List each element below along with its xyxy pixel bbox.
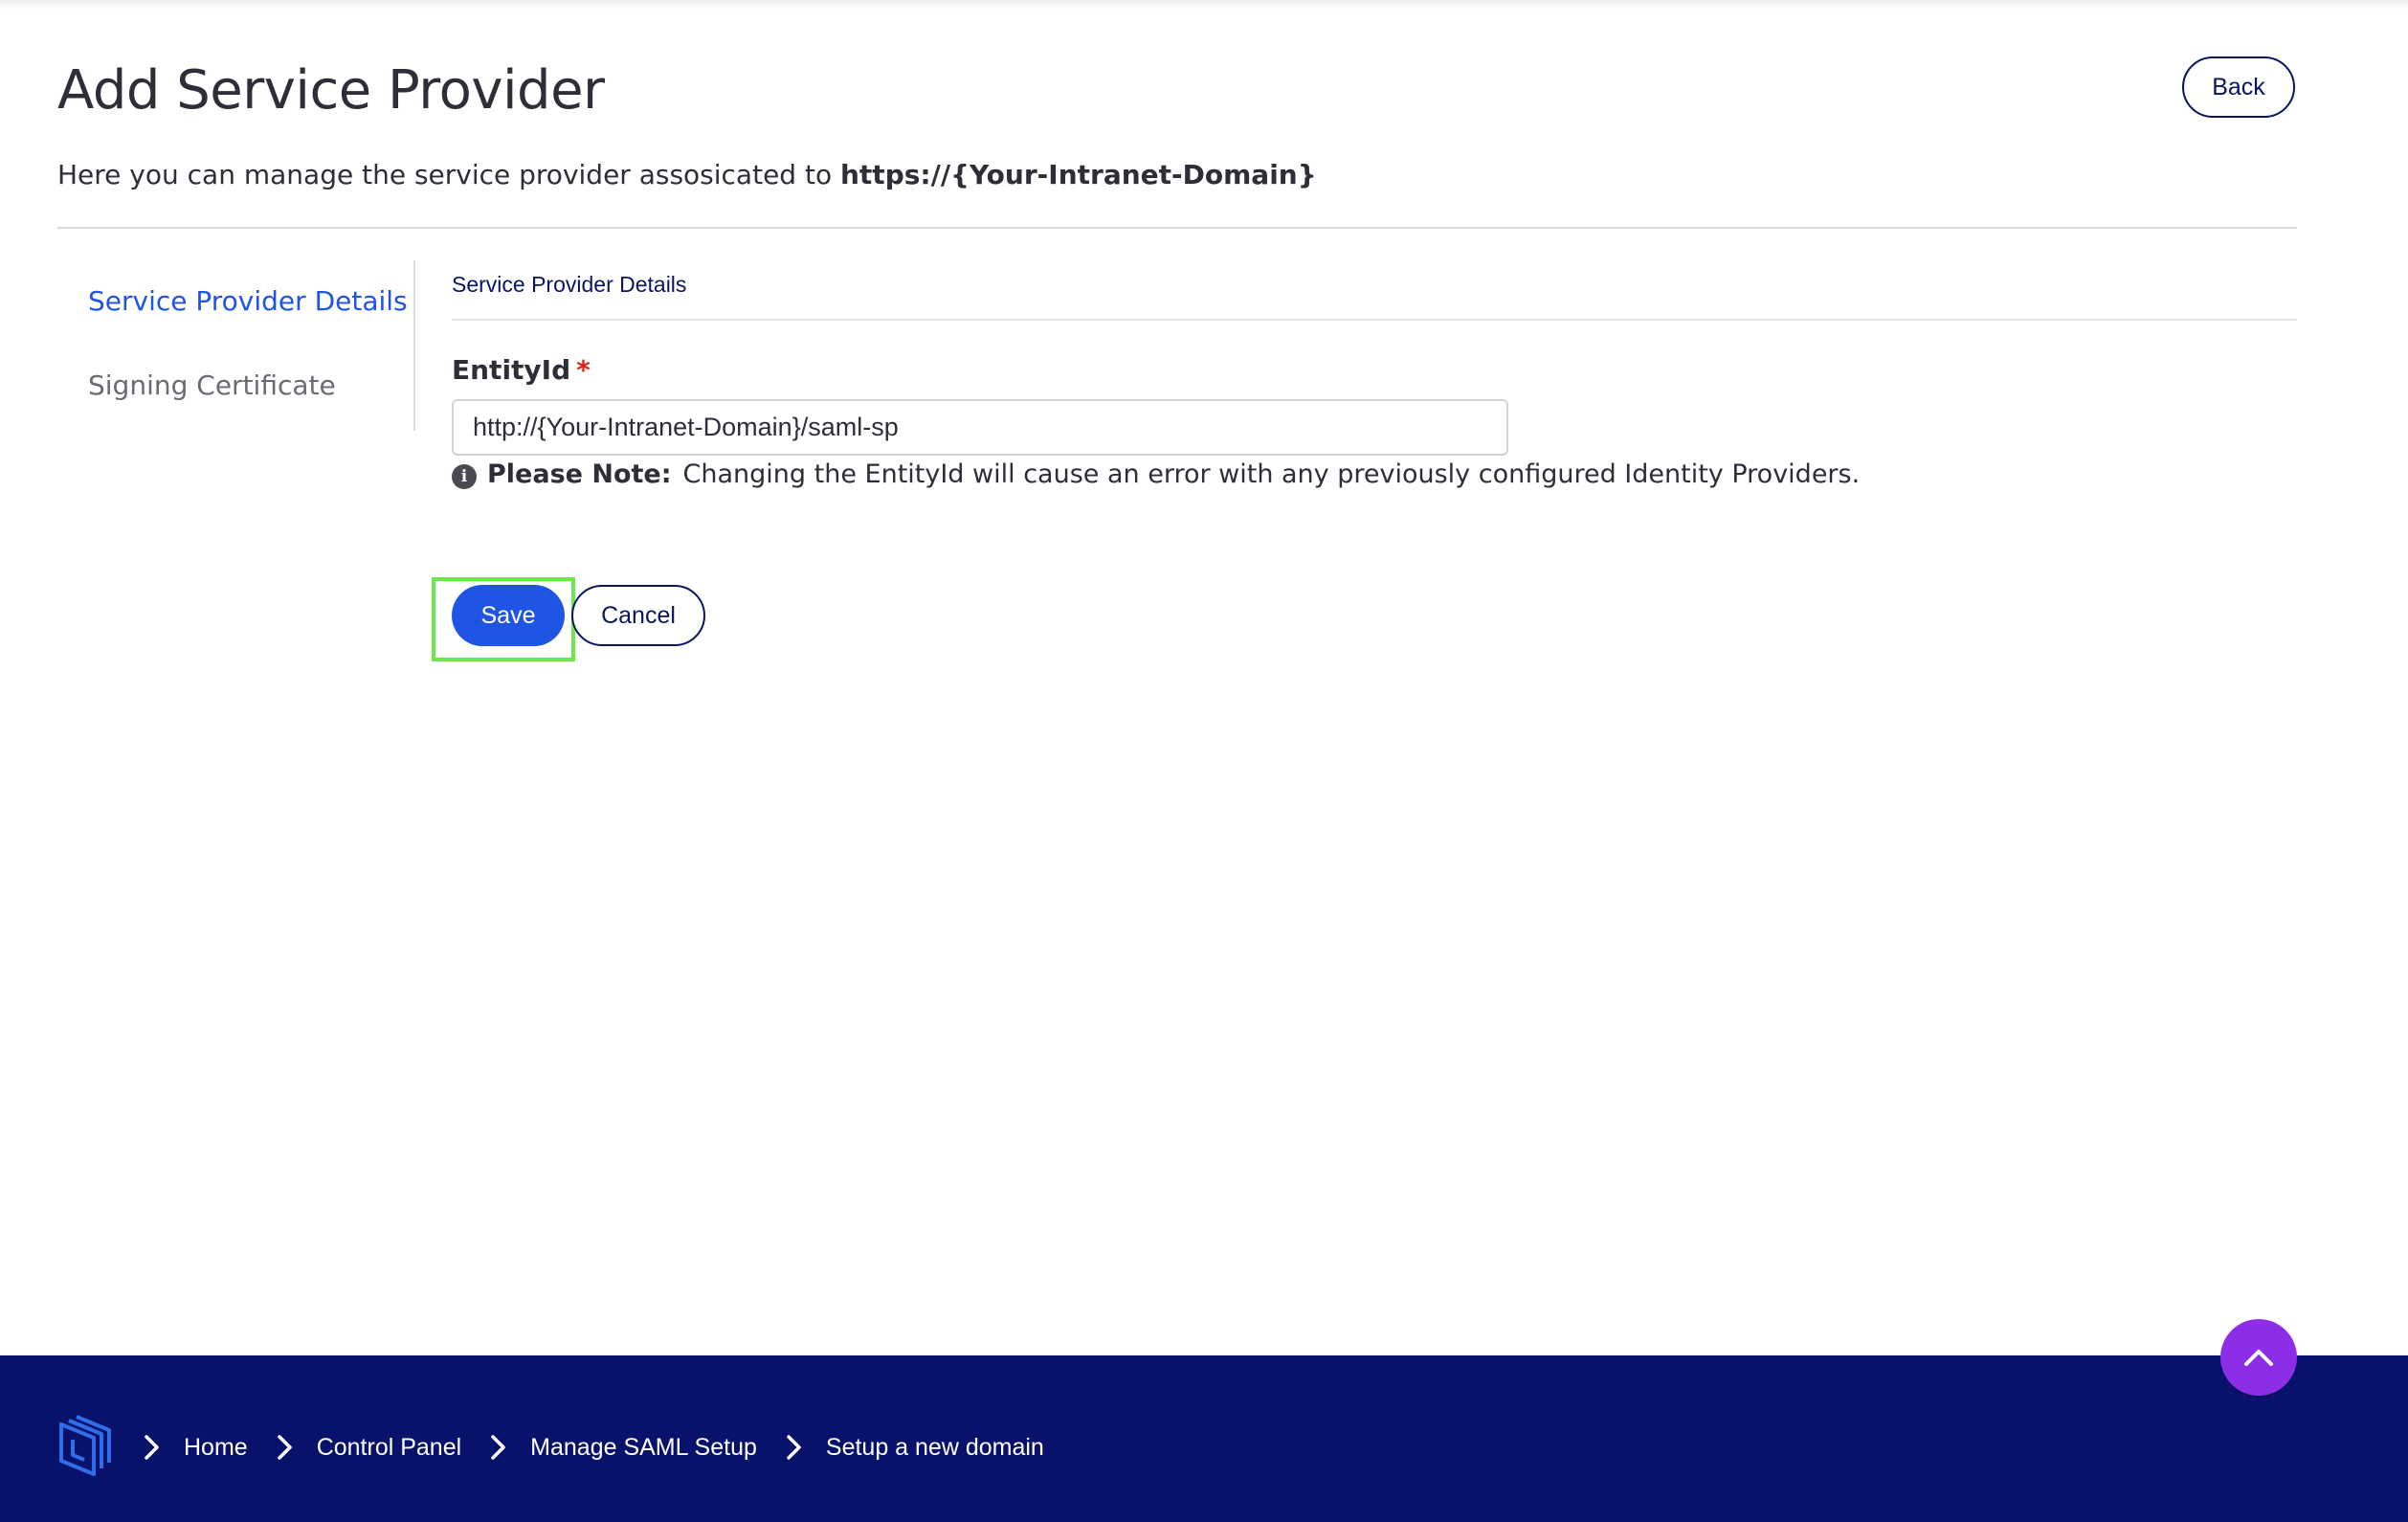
- entity-id-label: EntityId *: [452, 354, 591, 386]
- breadcrumb-manage-saml-setup[interactable]: Manage SAML Setup: [530, 1434, 757, 1462]
- sidenav-divider: [413, 260, 415, 431]
- logo-icon[interactable]: [57, 1415, 113, 1478]
- chevron-right-icon: [787, 1435, 801, 1460]
- sidenav-item-service-provider-details[interactable]: Service Provider Details: [88, 285, 408, 317]
- section-title: Service Provider Details: [452, 272, 687, 297]
- subtitle-text: Here you can manage the service provider…: [57, 159, 833, 190]
- chevron-right-icon: [277, 1435, 292, 1460]
- entity-id-input[interactable]: [452, 399, 1508, 456]
- page-subtitle: Here you can manage the service provider…: [57, 159, 1317, 190]
- entity-id-label-text: EntityId: [452, 354, 571, 386]
- chevron-right-icon: [491, 1435, 505, 1460]
- required-marker: *: [576, 354, 591, 386]
- entity-id-note: i Please Note: Changing the EntityId wil…: [452, 459, 1860, 489]
- chevron-up-icon: [2244, 1350, 2273, 1366]
- info-icon: i: [452, 463, 477, 489]
- breadcrumb-control-panel[interactable]: Control Panel: [317, 1434, 461, 1462]
- subtitle-domain: https://{Your-Intranet-Domain}: [839, 159, 1317, 190]
- page-title: Add Service Provider: [57, 59, 605, 122]
- breadcrumb-home[interactable]: Home: [184, 1434, 248, 1462]
- section-divider: [452, 319, 2297, 321]
- page: Add Service Provider Back Here you can m…: [0, 0, 2408, 1522]
- cancel-button[interactable]: Cancel: [571, 585, 705, 646]
- scroll-to-top-button[interactable]: [2220, 1319, 2297, 1396]
- save-button[interactable]: Save: [452, 585, 565, 646]
- note-text: Changing the EntityId will cause an erro…: [682, 459, 1861, 489]
- note-label: Please Note:: [487, 459, 672, 489]
- breadcrumb-setup-new-domain[interactable]: Setup a new domain: [826, 1434, 1044, 1462]
- back-button[interactable]: Back: [2182, 56, 2295, 118]
- breadcrumb: Home Control Panel Manage SAML Setup Set…: [142, 1427, 1071, 1467]
- header-divider: [57, 227, 2297, 229]
- chevron-right-icon: [145, 1435, 159, 1460]
- sidenav-item-signing-certificate[interactable]: Signing Certificate: [88, 369, 336, 401]
- top-shadow: [0, 0, 2408, 10]
